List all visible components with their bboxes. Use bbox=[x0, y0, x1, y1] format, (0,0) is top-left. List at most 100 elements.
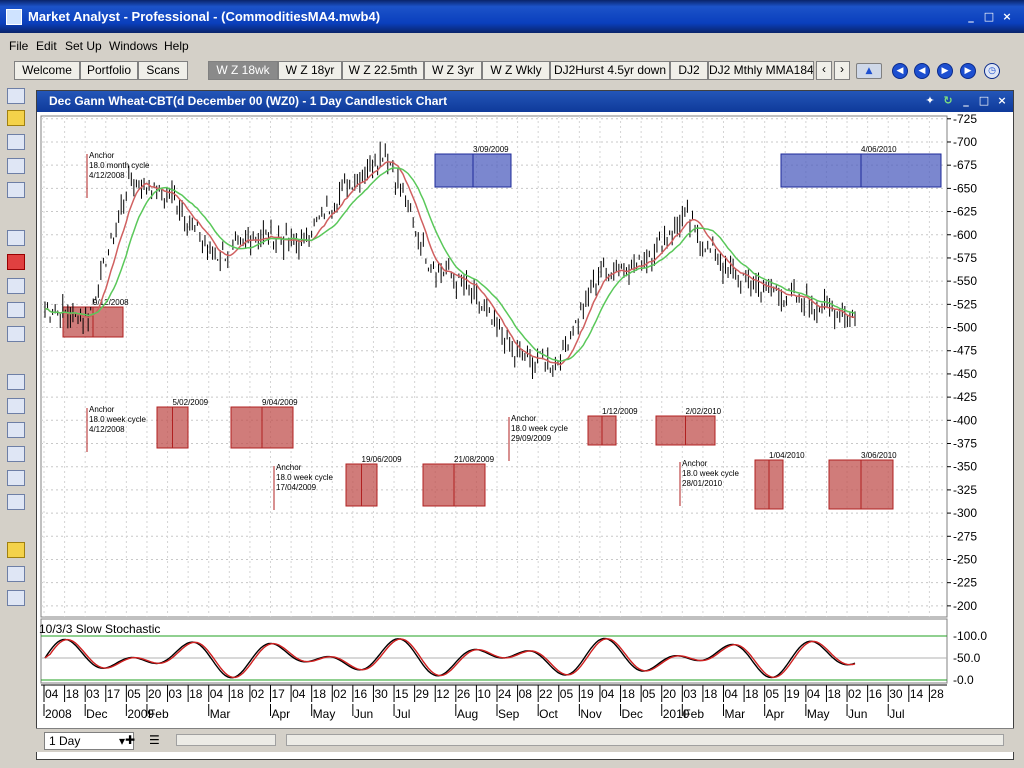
bars-tool-icon[interactable]: ☰ bbox=[149, 733, 167, 749]
tab-portfolio[interactable]: Portfolio bbox=[80, 61, 138, 80]
close-button[interactable]: × bbox=[999, 9, 1015, 25]
date-tick-label: 18 bbox=[622, 687, 636, 701]
stochastic-tick-label: -100.0 bbox=[953, 629, 987, 643]
chart-tool-icon[interactable]: ▲ bbox=[856, 63, 882, 79]
menu-setup[interactable]: Set Up bbox=[65, 39, 102, 53]
month-tick-label: Mar bbox=[725, 707, 746, 721]
date-tick-label: 03 bbox=[86, 687, 100, 701]
period-select[interactable]: 1 Day ▾ bbox=[44, 732, 134, 750]
date-tick-label: 03 bbox=[169, 687, 183, 701]
date-tick-label: 18 bbox=[827, 687, 841, 701]
tab-dj2-mthly[interactable]: DJ2 Mthly MMA184 bbox=[708, 61, 814, 80]
month-tick-label: Oct bbox=[539, 707, 558, 721]
graduation-cap-icon[interactable] bbox=[7, 590, 25, 606]
tab-scans[interactable]: Scans bbox=[138, 61, 188, 80]
date-tick-label: 04 bbox=[292, 687, 306, 701]
new-page-icon[interactable] bbox=[7, 230, 25, 246]
anchor-label: 17/04/2009 bbox=[276, 483, 317, 492]
y-tick-label: -275 bbox=[953, 529, 977, 543]
first-page-icon[interactable]: ◀ bbox=[892, 63, 908, 79]
month-tick-label: Feb bbox=[683, 707, 704, 721]
date-tick-label: 24 bbox=[498, 687, 512, 701]
menu-file[interactable]: File bbox=[9, 39, 28, 53]
zoom-out-icon[interactable] bbox=[7, 446, 25, 462]
scrollbar-left[interactable] bbox=[176, 734, 276, 746]
date-tick-label: 19 bbox=[580, 687, 594, 701]
cycle-box-label: 9/12/2008 bbox=[93, 298, 129, 307]
y-tick-label: -325 bbox=[953, 483, 977, 497]
tab-wz-18yr[interactable]: W Z 18yr bbox=[278, 61, 342, 80]
month-tick-label: Sep bbox=[498, 707, 520, 721]
tab-wz-18wk[interactable]: W Z 18wk bbox=[208, 61, 278, 80]
cycle-box-label: 2/02/2010 bbox=[686, 407, 722, 416]
window-title: Market Analyst - Professional - (Commodi… bbox=[28, 9, 381, 24]
crosshair-icon[interactable] bbox=[7, 374, 25, 390]
anchor-label: Anchor bbox=[276, 463, 302, 472]
sync-icon[interactable]: ↻ bbox=[941, 94, 955, 108]
tab-wz-wkly[interactable]: W Z Wkly bbox=[482, 61, 550, 80]
date-tick-label: 05 bbox=[560, 687, 574, 701]
month-tick-label: Apr bbox=[766, 707, 785, 721]
maximize-button[interactable]: □ bbox=[981, 9, 997, 25]
chart-window: Dec Gann Wheat-CBT(d December 00 (WZ0) -… bbox=[36, 90, 1014, 760]
date-tick-label: 05 bbox=[766, 687, 780, 701]
menu-edit[interactable]: Edit bbox=[36, 39, 57, 53]
tab-wz-225mth[interactable]: W Z 22.5mth bbox=[342, 61, 424, 80]
pencil-icon[interactable] bbox=[7, 542, 25, 558]
cycle-box-label: 1/04/2010 bbox=[769, 451, 805, 460]
copy-icon[interactable] bbox=[7, 278, 25, 294]
y-tick-label: -300 bbox=[953, 506, 977, 520]
open-book-icon[interactable] bbox=[7, 88, 25, 104]
chart-minimize-button[interactable]: _ bbox=[959, 94, 973, 108]
scrollbar-main[interactable] bbox=[286, 734, 1004, 746]
clock-icon[interactable]: ◷ bbox=[984, 63, 1000, 79]
cycle-box-label: 1/12/2009 bbox=[602, 407, 638, 416]
tab-scroll-right-icon[interactable]: › bbox=[834, 61, 850, 80]
anchor-label: 18.0 month cycle bbox=[89, 161, 150, 170]
anchor-label: 4/12/2008 bbox=[89, 171, 125, 180]
chart-restore-button[interactable]: □ bbox=[977, 94, 991, 108]
zoom-in-icon[interactable] bbox=[7, 422, 25, 438]
date-tick-label: 03 bbox=[683, 687, 697, 701]
delete-icon[interactable] bbox=[7, 254, 25, 270]
menu-help[interactable]: Help bbox=[164, 39, 189, 53]
print-icon[interactable] bbox=[7, 158, 25, 174]
open-folder-icon[interactable] bbox=[7, 110, 25, 126]
tab-dj2[interactable]: DJ2 bbox=[670, 61, 708, 80]
y-tick-label: -650 bbox=[953, 181, 977, 195]
print-preview-icon[interactable] bbox=[7, 182, 25, 198]
y-tick-label: -375 bbox=[953, 437, 977, 451]
book-icon[interactable] bbox=[7, 302, 25, 318]
date-tick-label: 22 bbox=[539, 687, 553, 701]
lock-icon[interactable] bbox=[7, 494, 25, 510]
chart-window-title: Dec Gann Wheat-CBT(d December 00 (WZ0) -… bbox=[49, 94, 448, 108]
tab-dj2hurst[interactable]: DJ2Hurst 4.5yr down bbox=[550, 61, 670, 80]
grid-icon[interactable] bbox=[7, 398, 25, 414]
tab-wz-3yr[interactable]: W Z 3yr bbox=[424, 61, 482, 80]
y-tick-label: -725 bbox=[953, 112, 977, 126]
pin-icon[interactable]: ✦ bbox=[923, 94, 937, 108]
period-value: 1 Day bbox=[49, 734, 81, 748]
previous-page-icon[interactable]: ◀ bbox=[914, 63, 930, 79]
date-tick-label: 28 bbox=[930, 687, 944, 701]
month-tick-label: May bbox=[807, 707, 830, 721]
tab-welcome[interactable]: Welcome bbox=[14, 61, 80, 80]
date-tick-label: 02 bbox=[251, 687, 265, 701]
y-tick-label: -675 bbox=[953, 158, 977, 172]
last-page-icon[interactable]: ▶ bbox=[960, 63, 976, 79]
save-icon[interactable] bbox=[7, 134, 25, 150]
chart-close-button[interactable]: × bbox=[995, 94, 1009, 108]
next-page-icon[interactable]: ▶ bbox=[937, 63, 953, 79]
window-icon[interactable] bbox=[7, 326, 25, 342]
cycle-box-label: 5/02/2009 bbox=[173, 398, 209, 407]
minimize-button[interactable]: _ bbox=[963, 9, 979, 25]
zoom-window-icon[interactable] bbox=[7, 566, 25, 582]
refresh-icon[interactable] bbox=[7, 470, 25, 486]
date-tick-label: 04 bbox=[45, 687, 59, 701]
tab-scroll-left-icon[interactable]: ‹ bbox=[816, 61, 832, 80]
crosshair-tool-icon[interactable]: ✚ bbox=[125, 733, 143, 749]
menu-windows[interactable]: Windows bbox=[109, 39, 158, 53]
month-tick-label: Nov bbox=[580, 707, 601, 721]
date-tick-label: 12 bbox=[436, 687, 450, 701]
chart-area[interactable]: 3/09/2009 4/06/2010 9/12/2008 5/02/2009 9/04… bbox=[37, 112, 1013, 759]
